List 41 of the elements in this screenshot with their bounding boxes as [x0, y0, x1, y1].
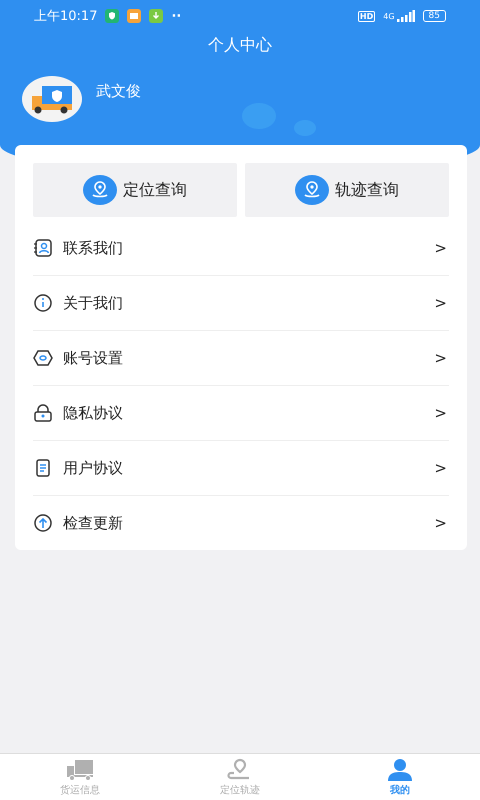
user-name: 武文俊 [96, 82, 141, 101]
chevron: > [434, 514, 448, 532]
chevron: > [434, 239, 448, 257]
message-icon [127, 9, 142, 23]
hd-badge: HD [358, 10, 376, 22]
chevron: > [434, 459, 448, 477]
query-button[interactable]: 定位查询 [33, 163, 237, 217]
location-pin-icon [83, 175, 117, 205]
info-icon [33, 294, 53, 312]
menu-item[interactable]: 检查更新 > [33, 496, 449, 550]
download-icon [149, 9, 164, 23]
truck-icon [30, 84, 74, 114]
lock-icon [33, 404, 53, 422]
hexagon-icon [33, 349, 53, 367]
menu-label: 隐私协议 [63, 404, 124, 422]
menu-label: 联系我们 [63, 238, 124, 258]
menu-item[interactable]: 账号设置 > [33, 331, 449, 386]
menu-label: 用户协议 [63, 458, 124, 478]
battery-indicator: 85 [422, 10, 446, 22]
person-icon [385, 758, 415, 782]
chevron: > [434, 404, 448, 422]
query-button[interactable]: 轨迹查询 [245, 163, 449, 217]
menu-label: 检查更新 [63, 514, 124, 532]
location-pin-icon [295, 175, 329, 205]
network-label: 4G [383, 12, 395, 20]
truck-icon [65, 758, 95, 782]
more-notifications: ·· [171, 8, 182, 24]
menu-item[interactable]: 用户协议 > [33, 441, 449, 496]
upload-icon [33, 514, 53, 532]
menu-label: 关于我们 [63, 294, 124, 312]
menu-item[interactable]: 关于我们 > [33, 276, 449, 331]
menu-label: 账号设置 [63, 348, 124, 368]
status-time: 上午10:17 [34, 8, 98, 25]
menu-item[interactable]: 联系我们 > [33, 221, 449, 276]
contact-icon [33, 239, 53, 257]
signal-icon [396, 10, 415, 22]
shield-icon [105, 9, 120, 23]
chevron: > [434, 349, 448, 367]
chevron: > [434, 294, 448, 312]
menu-item[interactable]: 隐私协议 > [33, 386, 449, 441]
page-title: 个人中心 [207, 35, 273, 56]
